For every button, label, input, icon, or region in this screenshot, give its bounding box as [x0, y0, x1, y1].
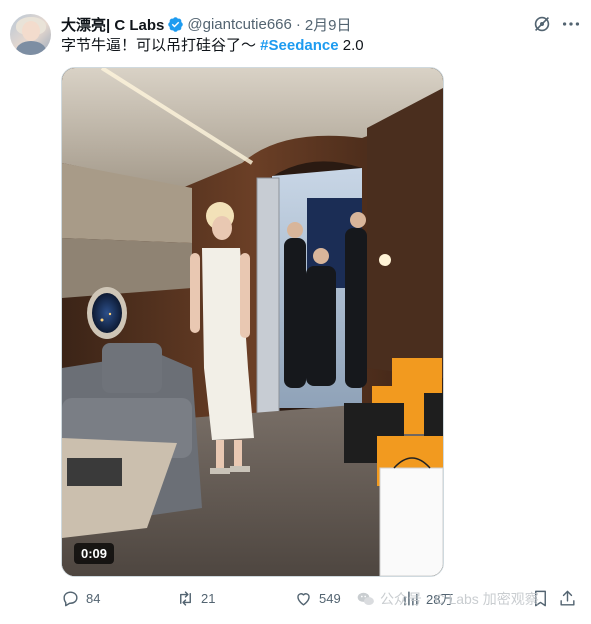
watermark-text: 公众号 · C Labs 加密观察 [380, 591, 539, 607]
tweet-date[interactable]: 2月9日 [305, 14, 352, 35]
tweet-header: 大漂亮| C Labs @giantcutie666 · 2月9日 [61, 14, 352, 34]
author-display-name[interactable]: 大漂亮| C Labs [61, 14, 164, 35]
repost-icon [180, 590, 191, 606]
like-icon [297, 592, 310, 606]
verified-badge-icon [168, 16, 184, 32]
author-handle[interactable]: @giantcutie666 [187, 16, 291, 33]
share-button[interactable] [558, 588, 583, 608]
share-icon [560, 590, 575, 606]
video-player[interactable]: 0:09 [61, 67, 444, 577]
reply-count: 84 [86, 590, 101, 606]
wechat-icon [357, 592, 374, 605]
reply-icon [63, 590, 78, 606]
reply-button[interactable]: 84 [61, 588, 100, 608]
tweet-body-suffix: 2.0 [338, 37, 364, 54]
repost-button[interactable]: 21 [176, 588, 215, 608]
separator-dot: · [295, 15, 301, 33]
watermark: 公众号 · C Labs 加密观察 [356, 588, 539, 610]
repost-count: 21 [201, 590, 216, 606]
tweet-text: 字节牛逼！可以吊打硅谷了～ #Seedance 2.0 [61, 36, 364, 56]
like-button[interactable]: 549 [294, 588, 341, 608]
more-icon[interactable] [560, 13, 582, 35]
grok-icon[interactable] [531, 13, 553, 35]
like-count: 549 [319, 590, 341, 606]
tweet: 大漂亮| C Labs @giantcutie666 · 2月9日 字节牛逼！可… [0, 0, 591, 624]
hashtag-link[interactable]: #Seedance [260, 37, 338, 54]
video-duration: 0:09 [74, 543, 115, 564]
avatar[interactable] [10, 14, 51, 55]
tweet-body: 字节牛逼！可以吊打硅谷了～ [61, 37, 261, 54]
video-frame [62, 68, 443, 576]
